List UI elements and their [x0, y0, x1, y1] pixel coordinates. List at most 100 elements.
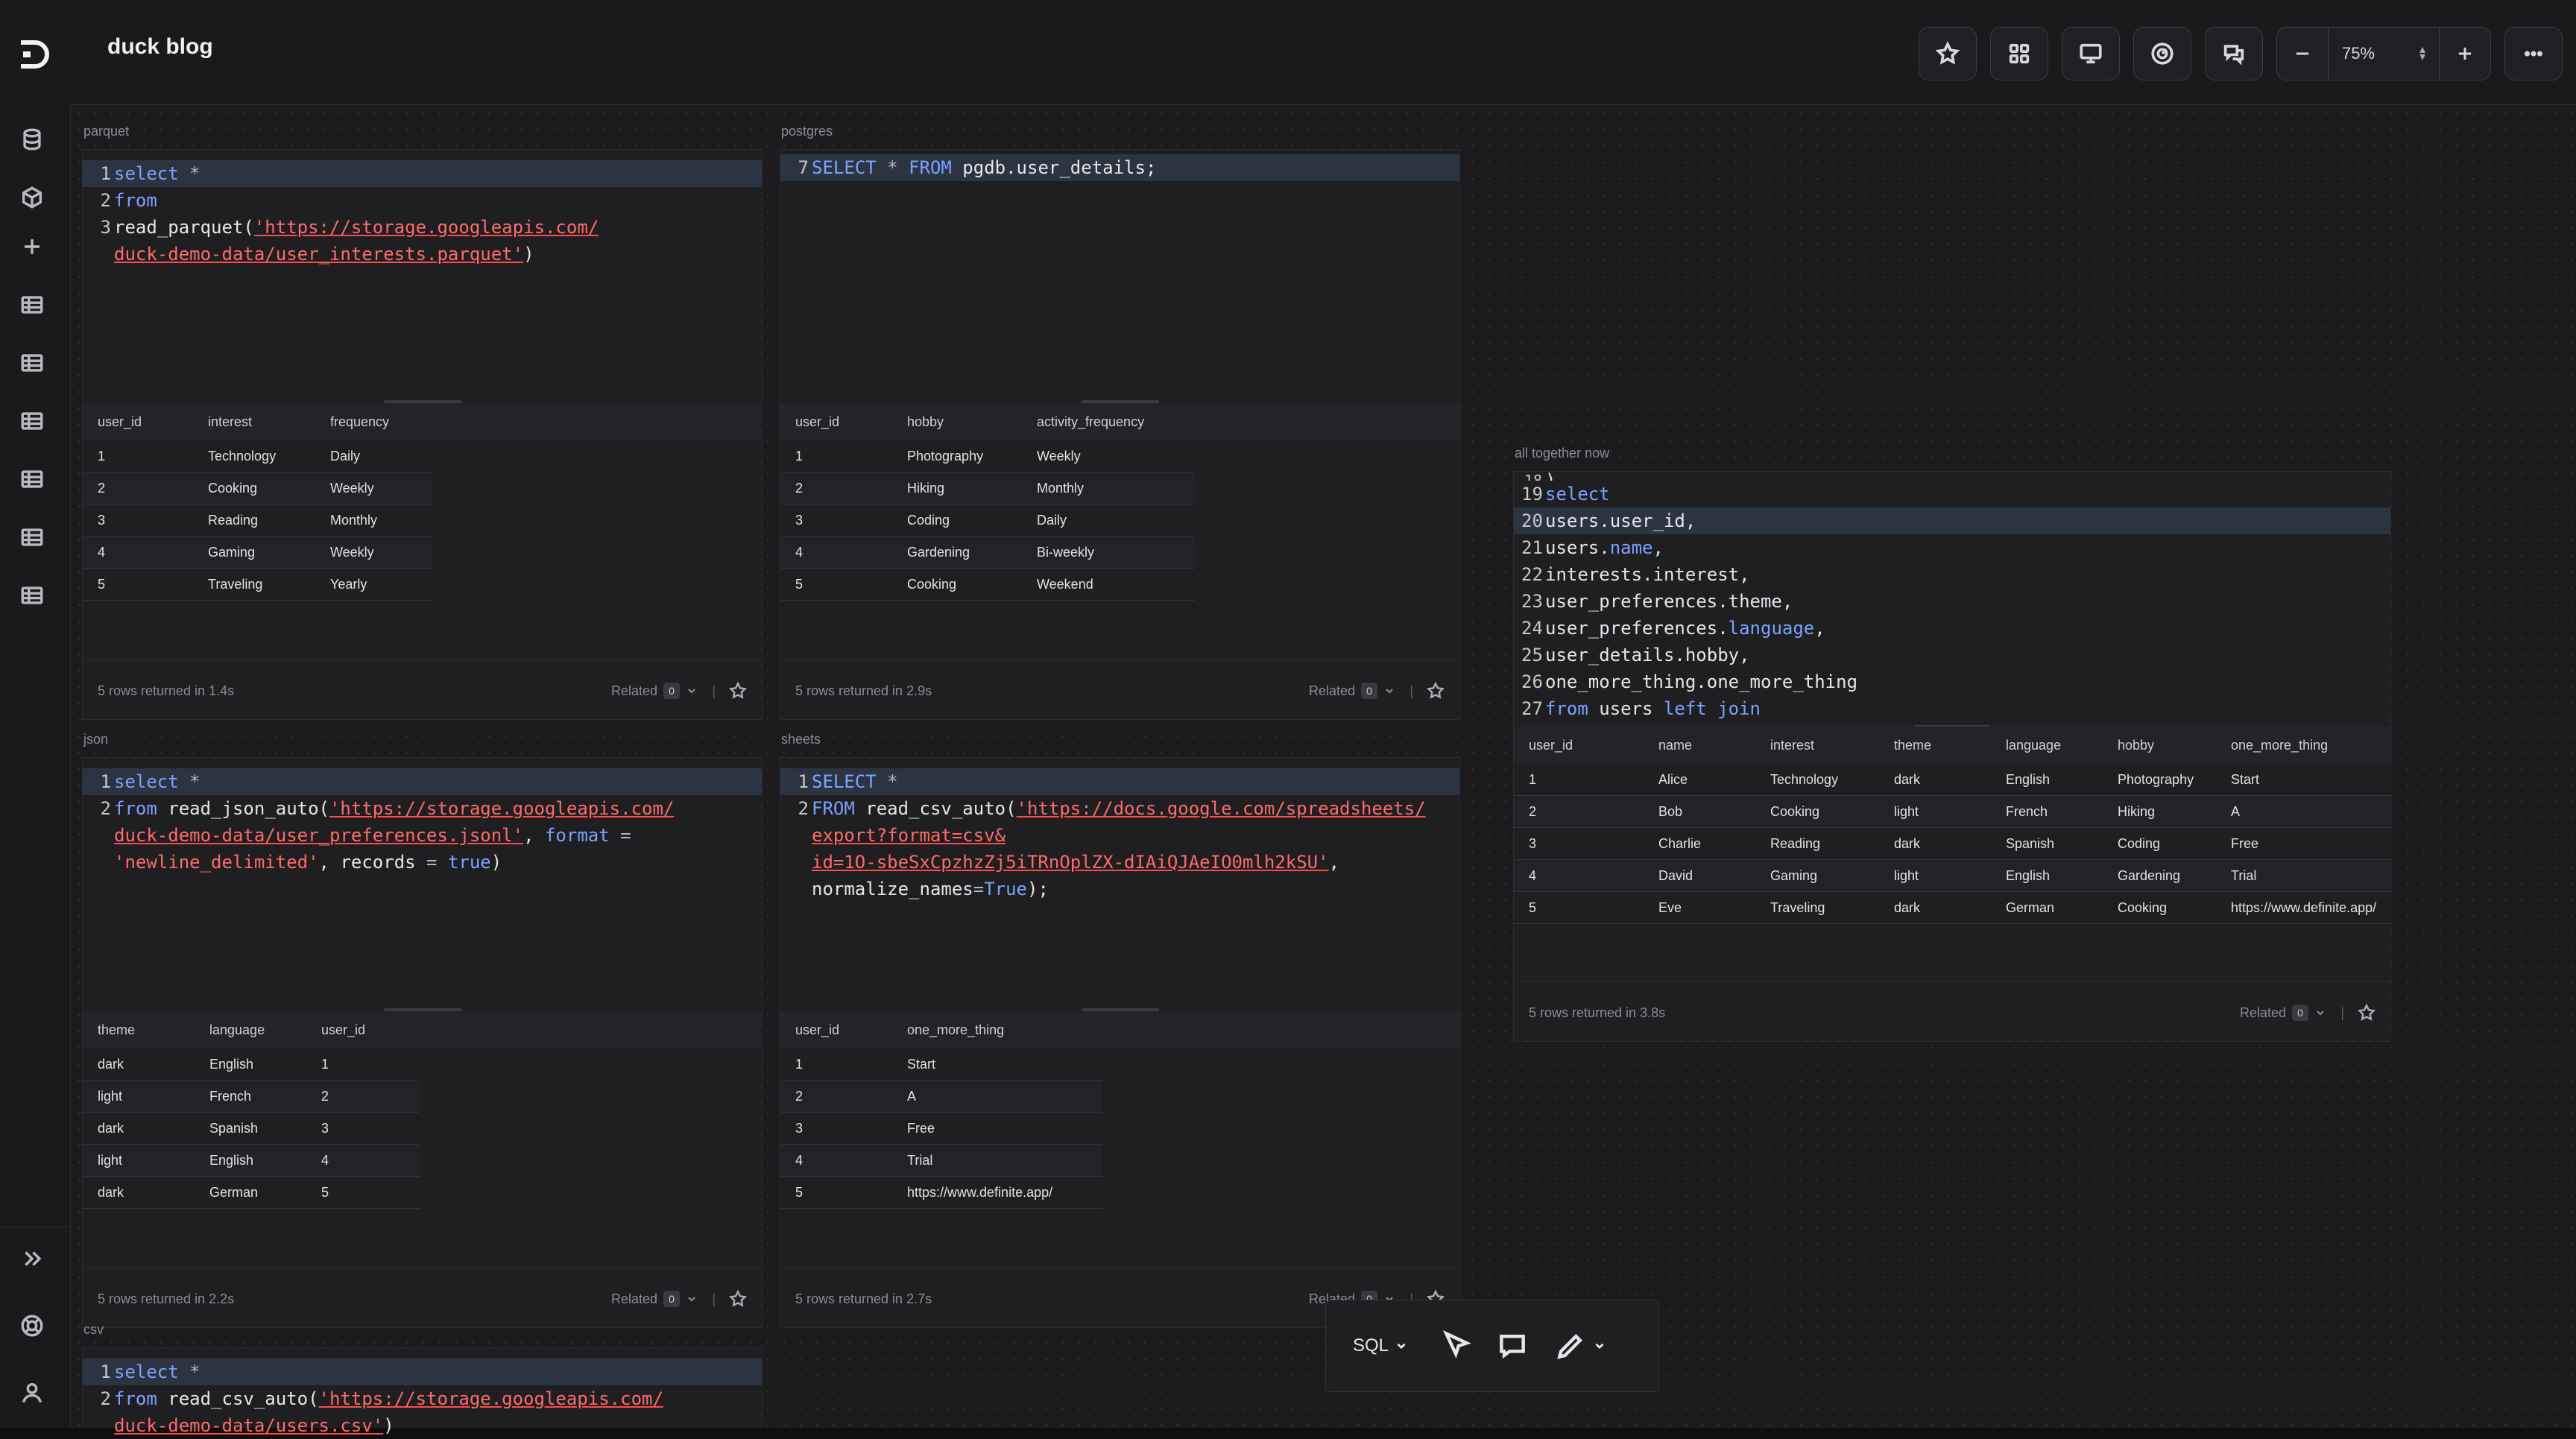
code-line: duck-demo-data/user_interests.parquet') [114, 244, 534, 265]
table-row[interactable]: 1 Start [780, 1049, 1102, 1081]
zoom-select[interactable]: 75% ▴ ▾ [2329, 28, 2439, 80]
status-text: 5 rows returned in 3.8s [1529, 1005, 1666, 1020]
table-header: user_id one_more_thing [780, 1011, 1461, 1049]
dashboard-button[interactable] [2133, 27, 2191, 80]
table-row[interactable]: 3 Free [780, 1113, 1102, 1145]
code-editor[interactable]: 1 select * 2 from read_csv_auto('https://s… [83, 1359, 762, 1439]
sidebar-table-1[interactable] [15, 288, 49, 322]
present-button[interactable] [2062, 27, 2120, 80]
mode-label: SQL [1353, 1335, 1389, 1356]
draw-tool-button[interactable] [1554, 1329, 1606, 1362]
grid-view-button[interactable] [1990, 27, 2048, 80]
code-editor[interactable]: 1 select * 2 from 3 read_parquet('https://s… [83, 160, 762, 268]
table-row[interactable]: 2A [780, 1081, 1102, 1113]
related-dropdown[interactable]: Related 0 [611, 1291, 698, 1307]
panel-parquet[interactable]: 1 select * 2 from 3 read_parquet('https://s… [82, 149, 763, 720]
comment-tool-button[interactable] [1496, 1329, 1529, 1362]
app-logo[interactable] [13, 33, 57, 76]
lifebuoy-icon [21, 1315, 43, 1337]
table-row[interactable]: 3 Charlie Reading dark Spanish Coding Free [1514, 828, 2392, 860]
table-row[interactable]: 2 Hiking Monthly [780, 472, 1195, 505]
add-button[interactable] [15, 230, 49, 264]
zoom-out-button[interactable] [2277, 28, 2329, 80]
spinner-icon: ▴ ▾ [2419, 43, 2425, 63]
code-line: 1 select * [83, 768, 762, 795]
related-dropdown[interactable]: Related 0 [611, 683, 698, 699]
mode-select[interactable]: SQL [1353, 1335, 1408, 1356]
code-line: 22 interests.interest, [1521, 564, 1750, 585]
comments-button[interactable] [2205, 27, 2263, 80]
panel-json[interactable]: 1 select * 2 from read_json_auto('https://… [82, 757, 763, 1328]
favorite-panel-button[interactable] [1425, 680, 1446, 701]
table-row[interactable]: 4 Gaming Weekly [83, 537, 432, 569]
table-icon [21, 470, 43, 488]
code-line: 2 from [100, 190, 157, 211]
related-dropdown[interactable]: Related 0 [2240, 1005, 2326, 1021]
table-row[interactable]: dark German 5 [83, 1177, 420, 1209]
table-row[interactable]: 1 Photography Weekly [780, 440, 1195, 472]
table-row[interactable]: 4 David Gaming light English Gardening Trial [1514, 860, 2392, 892]
table-icon [21, 354, 43, 372]
table-row[interactable]: 3 Coding Daily [780, 505, 1195, 537]
table-row[interactable]: dark Spanish 3 [83, 1113, 420, 1145]
sidebar-table-3[interactable] [15, 404, 49, 438]
table-row[interactable]: 5 Eve Traveling dark German Cooking https://ww… [1514, 892, 2392, 924]
table-row[interactable]: 5 https://www.definite.app/ [780, 1177, 1102, 1209]
table-row[interactable]: 1 Alice Technology dark English Photography St… [1514, 764, 2392, 796]
code-editor[interactable]: 18) 19select 20users.user_id, 21users.na… [1514, 472, 2390, 722]
favorite-panel-button[interactable] [2356, 1002, 2377, 1023]
panel-sheets[interactable]: 1 SELECT * 2 FROM read_csv_auto('https://d… [780, 757, 1461, 1328]
select-tool-button[interactable] [1441, 1329, 1474, 1362]
table-row[interactable]: 2 Cooking Weekly [83, 472, 432, 505]
code-editor[interactable]: 1 SELECT * 2 FROM read_csv_auto('https://d… [780, 768, 1459, 902]
table-body: 1 Technology Daily 2 Cooking Weekly 3 Reading… [83, 440, 432, 601]
panel-footer: 5 rows returned in 3.8s Related 0 | [1514, 981, 2390, 1043]
favorite-panel-button[interactable] [727, 680, 748, 701]
table-row[interactable]: 4 Trial [780, 1145, 1102, 1177]
zoom-in-button[interactable] [2439, 28, 2490, 80]
chevron-down-icon [688, 689, 695, 694]
table-row[interactable]: 5 Traveling Yearly [83, 569, 432, 601]
sidebar-table-2[interactable] [15, 346, 49, 380]
footer-separator: | [712, 683, 716, 698]
plus-icon [2458, 47, 2472, 60]
table-row[interactable]: 1 Technology Daily [83, 440, 432, 472]
plus-icon [25, 239, 40, 254]
code-line: 1 select * [83, 160, 762, 187]
sidebar-table-6[interactable] [15, 578, 49, 613]
table-row[interactable]: 4 Gardening Bi-weekly [780, 537, 1195, 569]
table-row[interactable]: light English 4 [83, 1145, 420, 1177]
panel-postgres[interactable]: 7 SELECT * FROM pgdb.user_details; user_i… [780, 149, 1461, 720]
panel-csv[interactable]: 1 select * 2 from read_csv_auto('https://s… [82, 1347, 763, 1436]
code-editor[interactable]: 1 select * 2 from read_json_auto('https://… [83, 768, 762, 876]
help-button[interactable] [15, 1309, 49, 1343]
code-line: 25 user_details.hobby, [1521, 645, 1750, 665]
code-line: 23 user_preferences.theme, [1521, 591, 1793, 612]
table-row[interactable]: 5 Cooking Weekend [780, 569, 1195, 601]
code-line: id=1O-sbeSxCpzhzZj5iTRnOplZX-dIAiQJAeIO0… [812, 852, 1340, 873]
table-row[interactable]: dark English 1 [83, 1049, 420, 1081]
table-row[interactable]: 2 Bob Cooking light French Hiking A [1514, 796, 2392, 828]
table-body: 1 Alice Technology dark English Photography St… [1514, 764, 2392, 924]
app-window: duck blog 75% ▴ ▾ parquet 1 select * 2 f… [0, 0, 2576, 1436]
status-text: 5 rows returned in 2.2s [98, 1291, 235, 1306]
favorite-button[interactable] [1919, 27, 1977, 80]
table-icon [21, 586, 43, 604]
sidebar-table-5[interactable] [15, 520, 49, 554]
sidebar-table-4[interactable] [15, 462, 49, 496]
chevron-down-icon [1397, 1343, 1406, 1350]
expand-sidebar-button[interactable] [15, 1242, 49, 1276]
table-row[interactable]: 3 Reading Monthly [83, 505, 432, 537]
related-dropdown[interactable]: Related 0 [1309, 683, 1395, 699]
database-button[interactable] [15, 122, 49, 156]
code-editor[interactable]: 7 SELECT * FROM pgdb.user_details; [780, 154, 1459, 181]
favorite-panel-button[interactable] [727, 1288, 748, 1309]
models-button[interactable] [15, 180, 49, 215]
chevron-down-icon [1595, 1343, 1604, 1350]
table-row[interactable]: light French 2 [83, 1081, 420, 1113]
panel-footer: 5 rows returned in 1.4s Related 0 | [83, 660, 762, 721]
account-button[interactable] [15, 1376, 49, 1410]
panel-label-together: all together now [1515, 446, 1610, 461]
more-button[interactable] [2504, 27, 2563, 80]
panel-together[interactable]: 18) 19select 20users.user_id, 21users.na… [1513, 471, 2392, 1043]
